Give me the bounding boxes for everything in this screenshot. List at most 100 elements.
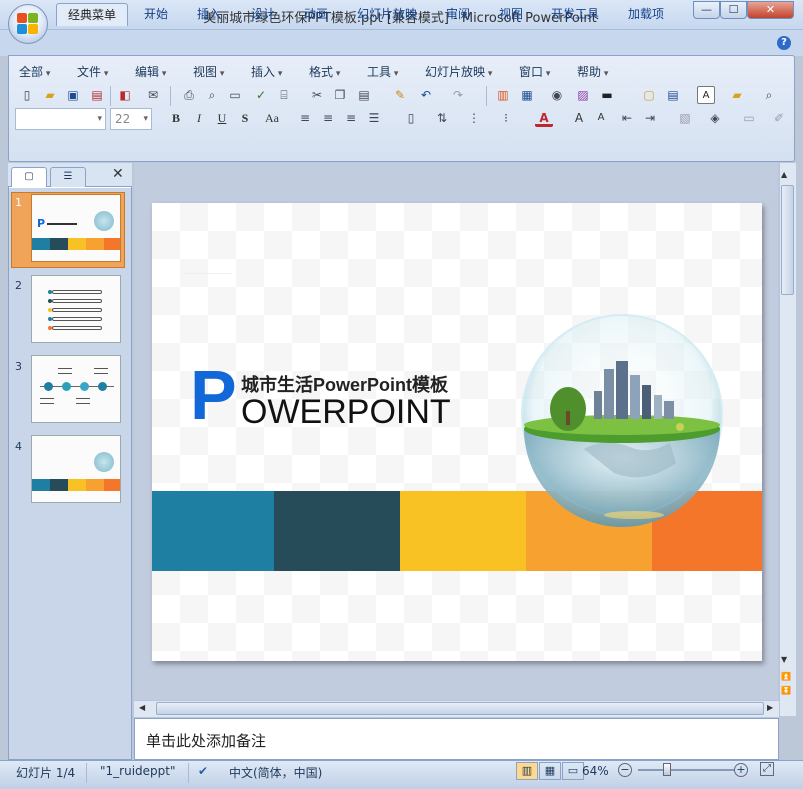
align-left-icon[interactable]: ≡ xyxy=(296,109,314,127)
decrease-indent-icon[interactable]: ⇤ xyxy=(618,109,636,127)
tab-addins[interactable]: 加载项 xyxy=(617,3,675,26)
maximize-button[interactable]: ☐ xyxy=(720,1,747,19)
tab-view[interactable]: 视图 xyxy=(488,3,534,26)
slide-thumbnail-3[interactable] xyxy=(31,355,121,423)
increase-indent-icon[interactable]: ⇥ xyxy=(641,109,659,127)
research-icon[interactable]: ⌸ xyxy=(275,86,293,104)
slideshow-view-icon[interactable]: ▭ xyxy=(562,762,584,780)
open-icon[interactable]: ▰ xyxy=(41,86,59,104)
shape-outline-icon[interactable]: ✐ xyxy=(770,109,788,127)
print-icon[interactable]: ⎙ xyxy=(180,86,198,104)
shape-fill-icon[interactable]: ▭ xyxy=(740,109,758,127)
zoom-out-icon[interactable]: − xyxy=(618,763,632,777)
format-painter-icon[interactable]: ✎ xyxy=(391,86,409,104)
undo-toolbar-icon[interactable]: ↶ xyxy=(417,86,435,104)
tab-animation[interactable]: 动画 xyxy=(293,3,339,26)
arrange-icon[interactable]: ▧ xyxy=(676,109,694,127)
zoom-slider-thumb[interactable] xyxy=(662,763,671,776)
scroll-left-icon[interactable]: ◀ xyxy=(139,703,145,712)
shrink-font-icon[interactable]: A xyxy=(592,109,610,127)
copy-icon[interactable]: ❐ xyxy=(331,86,349,104)
zoom-in-icon[interactable]: + xyxy=(734,763,748,777)
spell-check-icon[interactable]: ✔ xyxy=(198,764,208,778)
text-direction-icon[interactable]: ⇅ xyxy=(433,109,451,127)
scroll-up-icon[interactable]: ▲ xyxy=(781,170,787,179)
tab-insert[interactable]: 插入 xyxy=(186,3,232,26)
outline-tab-icon[interactable]: ☰ xyxy=(50,167,86,187)
insert-picture-icon[interactable]: ▨ xyxy=(574,86,592,104)
scroll-right-icon[interactable]: ▶ xyxy=(767,703,773,712)
menu-window[interactable]: 窗口 xyxy=(519,63,550,80)
change-case-button[interactable]: Aa xyxy=(259,109,285,127)
insert-table-icon[interactable]: ▦ xyxy=(518,86,536,104)
menu-edit[interactable]: 编辑 xyxy=(135,63,166,80)
save-doc-icon[interactable]: ▣ xyxy=(64,86,82,104)
vertical-scroll-thumb[interactable] xyxy=(781,185,794,295)
minimize-button[interactable]: — xyxy=(693,1,720,19)
tab-home[interactable]: 开始 xyxy=(133,3,179,26)
new-icon[interactable]: ▯ xyxy=(18,86,36,104)
email-icon[interactable]: ✉ xyxy=(144,86,162,104)
shapes-icon[interactable]: ◈ xyxy=(706,109,724,127)
help-icon[interactable]: ? xyxy=(777,36,791,50)
menu-tools[interactable]: 工具 xyxy=(367,63,398,80)
layout-icon[interactable]: ▤ xyxy=(664,86,682,104)
office-button[interactable] xyxy=(8,4,48,44)
menu-help[interactable]: 帮助 xyxy=(577,63,608,80)
tab-design[interactable]: 设计 xyxy=(240,3,286,26)
slide-thumbnail-4[interactable] xyxy=(31,435,121,503)
zoom-level[interactable]: 64% xyxy=(582,764,609,778)
shadow-button[interactable]: S xyxy=(236,109,254,127)
horizontal-scroll-thumb[interactable] xyxy=(156,702,764,715)
next-slide-icon[interactable]: ⏬ xyxy=(781,686,791,695)
fit-to-window-icon[interactable]: ⤢ xyxy=(760,762,774,776)
zoom-search-icon[interactable]: ⌕ xyxy=(760,86,778,104)
italic-button[interactable]: I xyxy=(190,109,208,127)
slide-thumbnail-2[interactable] xyxy=(31,275,121,343)
justify-icon[interactable]: ☰ xyxy=(365,109,383,127)
menu-format[interactable]: 格式 xyxy=(309,63,340,80)
align-center-icon[interactable]: ≡ xyxy=(319,109,337,127)
underline-button[interactable]: U xyxy=(213,109,231,127)
menu-view[interactable]: 视图 xyxy=(193,63,224,80)
slide-title[interactable]: OWERPOINT xyxy=(241,393,451,432)
align-right-icon[interactable]: ≡ xyxy=(342,109,360,127)
print-preview-icon[interactable]: ⌕ xyxy=(203,86,221,104)
permission-icon[interactable]: ▤ xyxy=(88,86,106,104)
notes-placeholder[interactable]: 单击此处添加备注 xyxy=(146,730,266,751)
fill-color-icon[interactable]: ▬ xyxy=(598,86,616,104)
clip-art-icon[interactable]: ◉ xyxy=(548,86,566,104)
previous-slide-icon[interactable]: ⏫ xyxy=(781,672,791,681)
scroll-down-icon[interactable]: ▼ xyxy=(781,655,787,664)
tab-slideshow[interactable]: 幻灯片放映 xyxy=(346,3,428,26)
new-slide-icon[interactable]: ▢ xyxy=(640,86,658,104)
font-color-icon[interactable]: A xyxy=(535,109,553,127)
page-setup-icon[interactable]: ▭ xyxy=(226,86,244,104)
zoom-slider-track[interactable] xyxy=(638,769,734,771)
normal-view-icon[interactable]: ▥ xyxy=(516,762,538,780)
font-name-combo[interactable] xyxy=(15,108,106,130)
paste-icon[interactable]: ▤ xyxy=(355,86,373,104)
insert-chart-icon[interactable]: ▥ xyxy=(494,86,512,104)
tab-developer[interactable]: 开发工具 xyxy=(540,3,610,26)
menu-all[interactable]: 全部 xyxy=(19,63,50,80)
grow-font-icon[interactable]: A xyxy=(570,109,588,127)
redo-toolbar-icon[interactable]: ↷ xyxy=(449,86,467,104)
pdf-icon[interactable]: ◧ xyxy=(116,86,134,104)
folder-icon[interactable]: ▰ xyxy=(728,86,746,104)
tab-review[interactable]: 审阅 xyxy=(435,3,481,26)
tab-classic-menu[interactable]: 经典菜单 xyxy=(56,3,129,26)
menu-slideshow[interactable]: 幻灯片放映 xyxy=(425,63,492,80)
menu-file[interactable]: 文件 xyxy=(77,63,108,80)
slides-tab-icon[interactable]: ▢ xyxy=(11,167,47,187)
close-button[interactable]: ✕ xyxy=(747,1,794,19)
cut-icon[interactable]: ✂ xyxy=(308,86,326,104)
bold-button[interactable]: B xyxy=(167,109,185,127)
language-indicator[interactable]: 中文(简体，中国) xyxy=(229,764,322,781)
text-box-icon[interactable]: A xyxy=(697,86,715,104)
columns-icon[interactable]: ▯ xyxy=(402,109,420,127)
pane-close-icon[interactable]: ✕ xyxy=(112,166,124,182)
numbering-icon[interactable]: ⋮ xyxy=(465,109,483,127)
slide-thumbnail-1[interactable]: P xyxy=(31,194,121,262)
bullets-icon[interactable]: ⁝ xyxy=(497,109,515,127)
